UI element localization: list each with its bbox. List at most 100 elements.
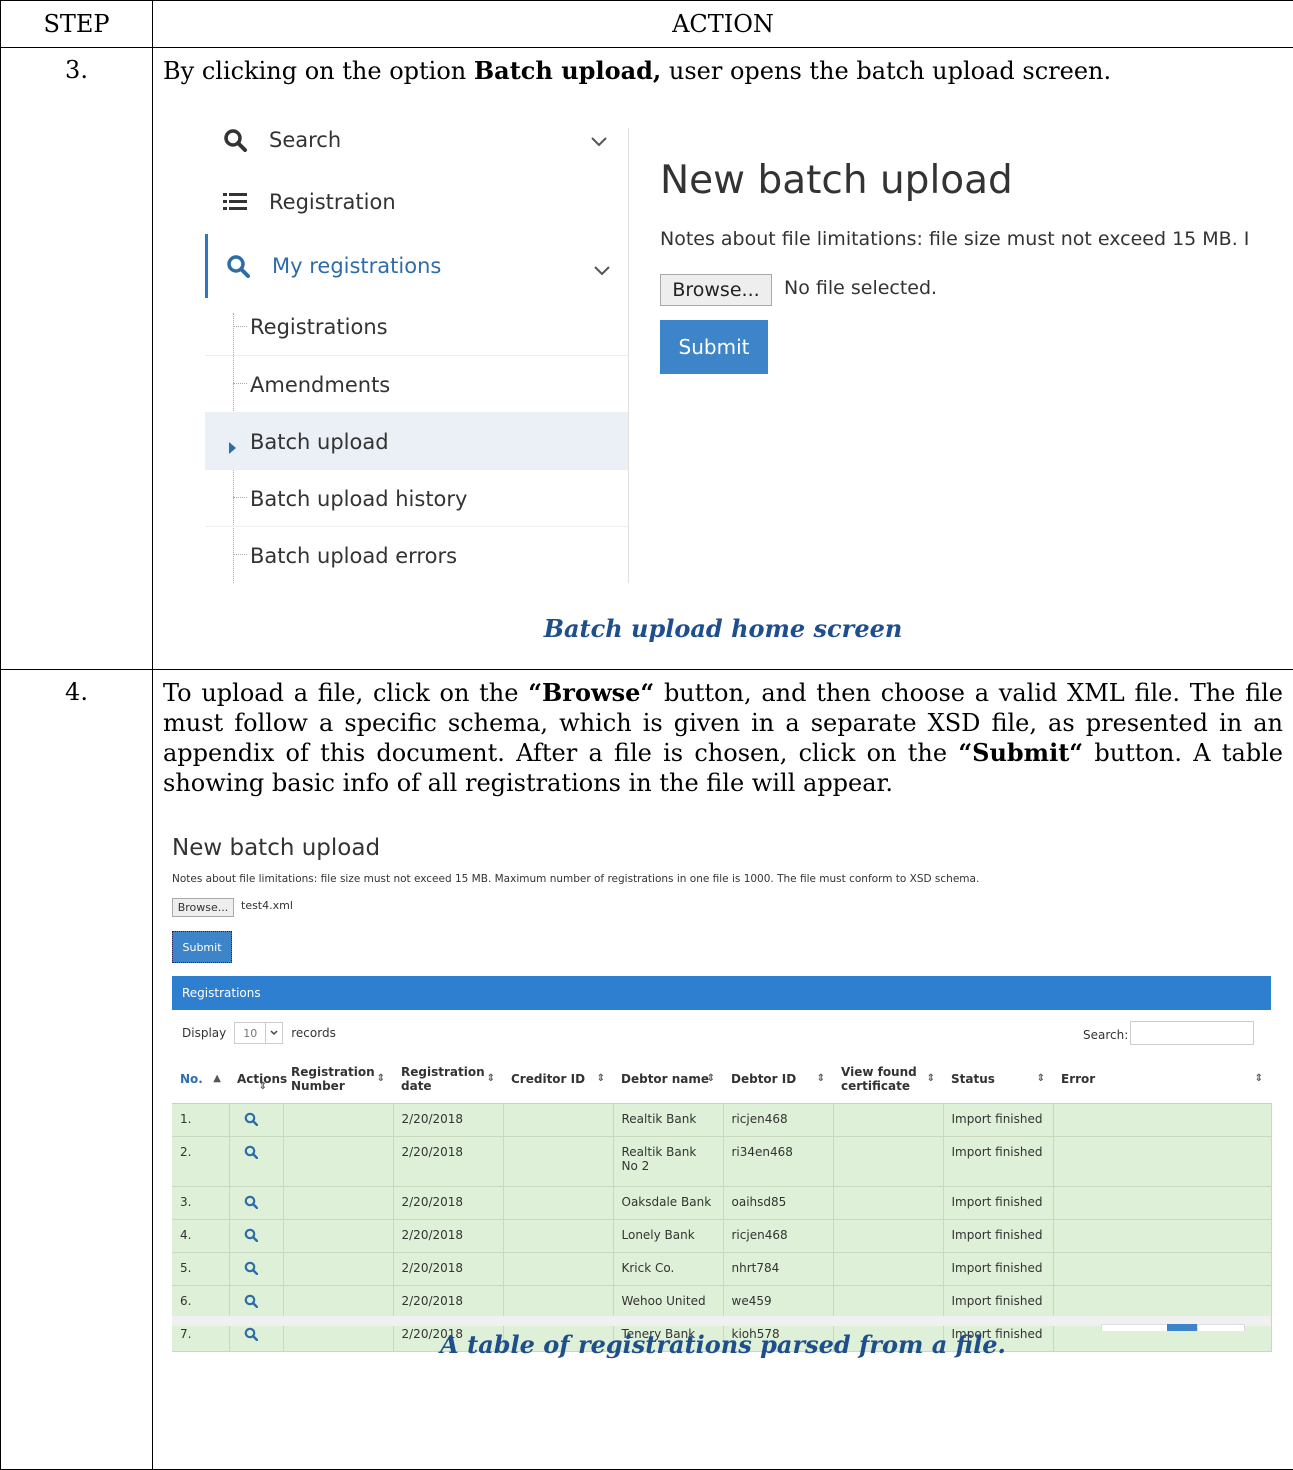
action-header: ACTION: [152, 0, 1293, 48]
sort-icon: ⇕: [376, 1073, 385, 1084]
cell-certificate: [833, 1285, 944, 1319]
search-icon[interactable]: [244, 1228, 258, 1245]
table-row: 1. 2/20/2018 Realtik Bank ricjen468 Import f…: [172, 1103, 1272, 1137]
column-header-registration-date[interactable]: Registration date ⇕: [393, 1055, 503, 1104]
cell-debtor-name: Wehoo United: [613, 1285, 724, 1319]
cell-error: [1053, 1186, 1272, 1220]
cell-debtor-id: we459: [723, 1285, 834, 1319]
view-action-cell[interactable]: [229, 1136, 284, 1187]
view-action-cell[interactable]: [229, 1186, 284, 1220]
search-label: Search:: [1083, 1028, 1129, 1042]
sidebar-item-search[interactable]: Search: [205, 110, 628, 170]
view-action-cell[interactable]: [229, 1219, 284, 1253]
cell-error: [1053, 1252, 1272, 1286]
sidebar-subitem-batch-upload-errors[interactable]: Batch upload errors: [205, 526, 628, 584]
search-input[interactable]: [1130, 1021, 1254, 1045]
cell-reg-date: 2/20/2018: [393, 1219, 504, 1253]
column-header-no[interactable]: No. ▲: [172, 1055, 229, 1104]
cell-creditor-id: [503, 1285, 614, 1319]
cell-creditor-id: [503, 1103, 614, 1137]
column-header-view-certificate[interactable]: View found certificate ⇕: [833, 1055, 943, 1104]
view-action-cell[interactable]: [229, 1285, 284, 1319]
table-row: 2. 2/20/2018 Realtik Bank No 2 ri34en468 Imp…: [172, 1136, 1272, 1187]
registrations-screenshot: New batch upload Notes about file limita…: [169, 835, 1272, 1352]
step-number: 4.: [0, 669, 153, 1470]
tree-tick: [233, 383, 247, 384]
tree-tick: [233, 554, 247, 555]
view-action-cell[interactable]: [229, 1103, 284, 1137]
cell-reg-date: 2/20/2018: [393, 1103, 504, 1137]
sidebar-subitem-batch-upload-history[interactable]: Batch upload history: [205, 469, 628, 527]
sort-asc-icon: ▲: [213, 1073, 221, 1084]
cell-reg-number: [283, 1219, 394, 1253]
cell-status: Import finished: [943, 1136, 1054, 1187]
cell-debtor-id: ricjen468: [723, 1103, 834, 1137]
cell-debtor-name: Oaksdale Bank: [613, 1186, 724, 1220]
cell-error: [1053, 1136, 1272, 1187]
page-length-select[interactable]: 10: [234, 1022, 284, 1044]
search-icon[interactable]: [244, 1294, 258, 1311]
column-header-creditor-id[interactable]: Creditor ID ⇕: [503, 1055, 613, 1104]
view-action-cell[interactable]: [229, 1252, 284, 1286]
cell-status: Import finished: [943, 1285, 1054, 1319]
cell-status: Import finished: [943, 1103, 1054, 1137]
search-icon[interactable]: [244, 1261, 258, 1278]
panel-title: Registrations: [172, 976, 1271, 1010]
step-description: To upload a file, click on the “Browse“ …: [163, 678, 1284, 797]
sort-icon: ⇕: [258, 1081, 267, 1092]
cell-status: Import finished: [943, 1219, 1054, 1253]
batch-upload-screenshot: Search Registration My registrations Reg…: [205, 128, 1293, 583]
tree-tick: [233, 326, 247, 327]
column-header-actions[interactable]: Actions ⇕: [229, 1055, 287, 1104]
column-header-error[interactable]: Error ⇕: [1053, 1055, 1271, 1104]
cell-certificate: [833, 1136, 944, 1187]
column-header-debtor-name[interactable]: Debtor name ⇕: [613, 1055, 723, 1104]
cell-debtor-name: Realtik Bank No 2: [613, 1136, 724, 1187]
browse-button[interactable]: Browse...: [660, 274, 772, 306]
sort-icon: ⇕: [816, 1073, 825, 1084]
search-icon: [221, 128, 249, 152]
page-title: New batch upload: [660, 158, 1013, 203]
cell-debtor-id: ri34en468: [723, 1136, 834, 1187]
cell-creditor-id: [503, 1219, 614, 1253]
cell-reg-number: [283, 1252, 394, 1286]
figure-caption: Batch upload home screen: [543, 614, 903, 643]
sort-icon: ⇕: [596, 1073, 605, 1084]
cell-reg-date: 2/20/2018: [393, 1186, 504, 1220]
sidebar-subitem-batch-upload[interactable]: Batch upload: [205, 412, 628, 470]
column-header-debtor-id[interactable]: Debtor ID ⇕: [723, 1055, 833, 1104]
cell-creditor-id: [503, 1252, 614, 1286]
sidebar-item-my-registrations[interactable]: My registrations: [205, 234, 631, 298]
submit-button[interactable]: Submit: [172, 931, 232, 963]
cell-no: 4.: [172, 1219, 230, 1253]
step-action: By clicking on the option Batch upload, …: [152, 47, 1293, 670]
step-description: By clicking on the option Batch upload, …: [163, 56, 1112, 85]
selected-file-name: test4.xml: [241, 899, 293, 912]
file-limitations-note: Notes about file limitations: file size …: [172, 873, 980, 885]
cell-debtor-name: Krick Co.: [613, 1252, 724, 1286]
submit-button[interactable]: Submit: [660, 320, 768, 374]
sidebar-subitem-amendments[interactable]: Amendments: [205, 355, 628, 413]
sort-icon: ⇕: [926, 1073, 935, 1084]
column-header-status[interactable]: Status ⇕: [943, 1055, 1053, 1104]
sidebar-item-registration[interactable]: Registration: [205, 172, 628, 232]
cell-error: [1053, 1103, 1272, 1137]
step-header: STEP: [0, 0, 153, 48]
cell-debtor-id: oaihsd85: [723, 1186, 834, 1220]
search-icon[interactable]: [244, 1112, 258, 1129]
cell-certificate: [833, 1103, 944, 1137]
sidebar-subitem-registrations[interactable]: Registrations: [205, 298, 628, 355]
page-length-control: Display 10 records: [182, 1022, 336, 1044]
upload-content: New batch upload Notes about file limita…: [660, 128, 1293, 583]
table-row: 4. 2/20/2018 Lonely Bank ricjen468 Import fi…: [172, 1219, 1272, 1253]
column-header-registration-number[interactable]: Registration Number ⇕: [283, 1055, 393, 1104]
sort-icon: ⇕: [486, 1073, 495, 1084]
chevron-down-icon: [590, 129, 608, 153]
chevron-down-icon: [593, 258, 611, 282]
search-icon[interactable]: [244, 1195, 258, 1212]
browse-button[interactable]: Browse...: [172, 898, 234, 917]
search-icon[interactable]: [244, 1145, 258, 1162]
procedure-table: STEP ACTION 3. By clicking on the option…: [0, 0, 1293, 1470]
cell-certificate: [833, 1186, 944, 1220]
tree-tick: [233, 497, 247, 498]
